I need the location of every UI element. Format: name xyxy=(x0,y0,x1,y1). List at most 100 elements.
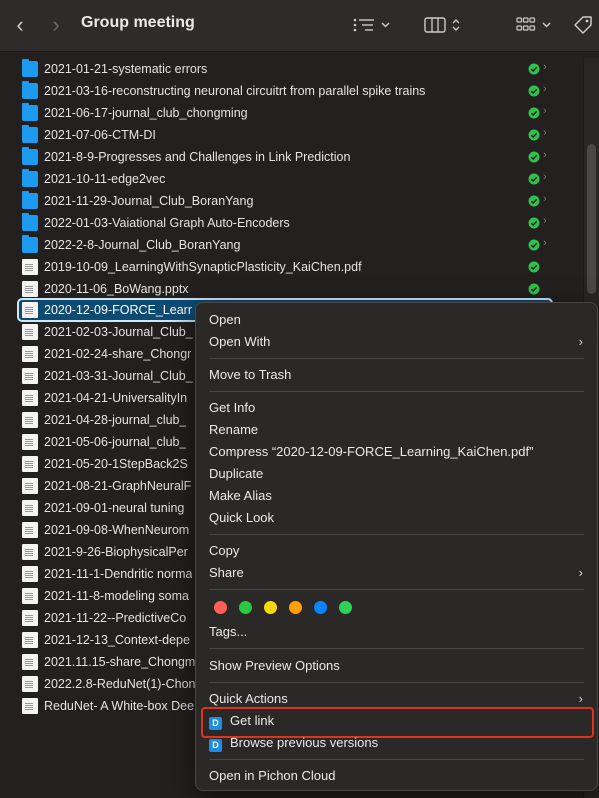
document-icon xyxy=(22,346,38,363)
columns-view-icon xyxy=(424,17,446,33)
file-name: 2021-06-17-journal_club_chongming xyxy=(44,105,248,120)
finder-toolbar: ‹ › Group meeting xyxy=(0,0,599,52)
file-name: 2021-10-11-edge2vec xyxy=(44,171,166,186)
disclosure-chevron-icon[interactable]: › xyxy=(543,127,547,139)
menu-separator xyxy=(209,648,584,649)
menu-separator xyxy=(209,682,584,683)
menu-item-open-in-pichon-cloud[interactable]: Open in Pichon Cloud xyxy=(209,765,335,787)
disclosure-chevron-icon[interactable]: › xyxy=(543,83,547,95)
sync-check-icon xyxy=(528,217,540,229)
tags-button[interactable] xyxy=(572,12,594,38)
view-mode-button[interactable] xyxy=(424,12,460,38)
menu-item-quick-look[interactable]: Quick Look xyxy=(209,507,274,529)
menu-item-label: Get link xyxy=(230,713,275,728)
file-name: 2021-07-06-CTM-DI xyxy=(44,127,156,142)
forward-button[interactable]: › xyxy=(46,12,66,38)
folder-icon xyxy=(22,168,38,187)
back-button[interactable]: ‹ xyxy=(10,12,30,38)
file-name: 2021.11.15-share_Chongmi xyxy=(44,654,199,669)
document-icon xyxy=(22,543,38,560)
folder-row[interactable]: 2021-11-29-Journal_Club_BoranYang › xyxy=(18,190,556,212)
disclosure-chevron-icon[interactable]: › xyxy=(543,61,547,73)
file-row[interactable]: 2020-11-06_BoWang.pptx xyxy=(18,278,556,300)
menu-item-duplicate[interactable]: Duplicate xyxy=(209,463,263,485)
scrollbar-thumb[interactable] xyxy=(587,144,596,294)
file-name: 2021-05-06-journal_club_ xyxy=(44,435,187,450)
file-row[interactable]: 2019-10-09_LearningWithSynapticPlasticit… xyxy=(18,256,556,278)
disclosure-chevron-icon[interactable]: › xyxy=(543,193,547,205)
folder-row[interactable]: 2021-10-11-edge2vec › xyxy=(18,168,556,190)
tag-color-dot[interactable] xyxy=(214,601,227,614)
menu-item-open[interactable]: Open xyxy=(209,309,241,331)
sync-check-icon xyxy=(528,239,540,251)
menu-item-get-link[interactable]: D Get link xyxy=(209,710,274,732)
disclosure-chevron-icon[interactable]: › xyxy=(543,237,547,249)
menu-item-move-to-trash[interactable]: Move to Trash xyxy=(209,364,291,386)
tag-color-row xyxy=(214,601,352,614)
disclosure-chevron-icon[interactable]: › xyxy=(543,215,547,227)
file-name: 2021-04-21-UniversalityIn xyxy=(44,391,188,406)
file-name: 2021-09-08-WhenNeurom xyxy=(44,522,190,537)
menu-item-make-alias[interactable]: Make Alias xyxy=(209,485,272,507)
document-icon xyxy=(22,609,38,626)
menu-separator xyxy=(209,534,584,535)
document-icon xyxy=(22,368,38,385)
disclosure-chevron-icon[interactable]: › xyxy=(543,149,547,161)
folder-row[interactable]: 2022-01-03-Vaiational Graph Auto-Encoder… xyxy=(18,212,556,234)
document-icon xyxy=(22,587,38,604)
file-name: 2021-04-28-journal_club_ xyxy=(44,413,187,428)
menu-item-get-info[interactable]: Get Info xyxy=(209,397,255,419)
grid-arrange-icon xyxy=(516,17,536,31)
tag-color-dot[interactable] xyxy=(239,601,252,614)
group-by-button[interactable] xyxy=(353,12,390,38)
folder-icon xyxy=(22,102,38,121)
file-name: 2021-8-9-Progresses and Challenges in Li… xyxy=(44,149,351,164)
menu-item-rename[interactable]: Rename xyxy=(209,419,258,441)
file-name: 2020-11-06_BoWang.pptx xyxy=(44,281,189,296)
folder-icon xyxy=(22,80,38,99)
file-name: 2021-11-8-modeling soma xyxy=(44,588,189,603)
tag-color-dot[interactable] xyxy=(264,601,277,614)
sync-check-icon xyxy=(528,173,540,185)
menu-item-browse-previous-versions[interactable]: D Browse previous versions xyxy=(209,732,378,754)
document-icon xyxy=(22,500,38,516)
tag-color-dot[interactable] xyxy=(339,601,352,614)
menu-item-copy[interactable]: Copy xyxy=(209,540,239,562)
submenu-arrow-icon: › xyxy=(578,565,583,580)
file-name: 2021-08-21-GraphNeuralF xyxy=(44,479,192,494)
folder-row[interactable]: 2021-8-9-Progresses and Challenges in Li… xyxy=(18,146,556,168)
document-icon xyxy=(22,412,38,429)
file-name: ReduNet- A White-box Dee xyxy=(44,698,195,713)
sync-check-icon xyxy=(528,129,540,141)
file-name: 2021-03-16-reconstructing neuronal circu… xyxy=(44,83,426,98)
menu-item-tags[interactable]: Tags... xyxy=(209,621,247,643)
menu-item-show-preview-options[interactable]: Show Preview Options xyxy=(209,655,340,677)
disclosure-chevron-icon[interactable]: › xyxy=(543,171,547,183)
file-name: 2021-02-24-share_Chongr xyxy=(44,347,192,362)
sync-check-icon xyxy=(528,261,540,273)
file-name: 2021-11-22--PredictiveCo xyxy=(44,610,187,625)
folder-row[interactable]: 2021-03-16-reconstructing neuronal circu… xyxy=(18,80,556,102)
sync-check-icon xyxy=(528,63,540,75)
document-icon xyxy=(22,521,38,538)
tag-color-dot[interactable] xyxy=(314,601,327,614)
file-name: 2021-09-01-neural tuning xyxy=(44,501,185,515)
folder-row[interactable]: 2021-07-06-CTM-DI › xyxy=(18,124,556,146)
folder-row[interactable]: 2021-01-21-systematic errors › xyxy=(18,58,556,80)
folder-row[interactable]: 2021-06-17-journal_club_chongming › xyxy=(18,102,556,124)
menu-item-open-with[interactable]: Open With xyxy=(209,331,584,353)
folder-row[interactable]: 2022-2-8-Journal_Club_BoranYang › xyxy=(18,234,556,256)
document-icon xyxy=(22,697,38,714)
tag-color-dot[interactable] xyxy=(289,601,302,614)
sync-check-icon xyxy=(528,107,540,119)
menu-item-share[interactable]: Share xyxy=(209,562,244,584)
menu-separator xyxy=(209,358,584,359)
menu-separator xyxy=(209,589,584,590)
menu-item-compress[interactable]: Compress “2020-12-09-FORCE_Learning_KaiC… xyxy=(209,441,533,463)
submenu-arrow-icon: › xyxy=(578,334,583,349)
disclosure-chevron-icon[interactable]: › xyxy=(543,105,547,117)
folder-icon xyxy=(22,190,38,209)
folder-icon xyxy=(22,212,38,231)
arrange-button[interactable] xyxy=(516,12,551,38)
document-icon xyxy=(22,456,38,473)
